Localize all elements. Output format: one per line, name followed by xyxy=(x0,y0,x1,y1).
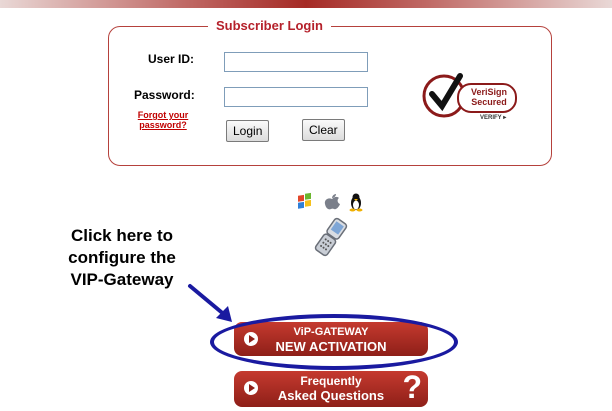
faq-button-line-2: Asked Questions xyxy=(277,388,385,403)
faq-button[interactable]: Frequently Asked Questions ? xyxy=(234,369,428,407)
verisign-line-2: Secured xyxy=(471,97,507,107)
os-icons xyxy=(296,192,368,212)
userid-input[interactable] xyxy=(224,52,368,72)
highlight-ellipse xyxy=(210,314,458,370)
callout-line-3: VIP-Gateway xyxy=(70,270,174,289)
callout-line-2: configure the xyxy=(68,248,176,267)
play-icon xyxy=(244,381,258,395)
windows-icon xyxy=(298,192,311,209)
forgot-line-1: Forgot your xyxy=(137,110,189,120)
callout-line-1: Click here to xyxy=(70,226,174,245)
linux-tux-icon xyxy=(349,193,363,212)
question-mark-icon: ? xyxy=(402,369,422,405)
verisign-seal[interactable]: VeriSign Secured VERIFY ▸ xyxy=(420,72,520,124)
clear-button[interactable]: Clear xyxy=(302,119,345,141)
forgot-line-2: password? xyxy=(139,120,187,130)
forgot-password-link[interactable]: Forgot your password? xyxy=(128,110,198,130)
password-input[interactable] xyxy=(224,87,368,107)
verisign-verify: VERIFY ▸ xyxy=(480,115,507,121)
configure-callout: Click here to configure the VIP-Gateway xyxy=(44,225,200,291)
login-title: Subscriber Login xyxy=(208,18,331,34)
apple-icon xyxy=(324,194,340,210)
password-label: Password: xyxy=(134,88,195,102)
mobile-phone-icon xyxy=(310,216,352,258)
verisign-line-1: VeriSign xyxy=(470,87,507,97)
top-gradient-bar xyxy=(0,0,612,8)
login-button[interactable]: Login xyxy=(226,120,270,142)
faq-button-line-1: Frequently xyxy=(300,374,362,388)
userid-label: User ID: xyxy=(148,52,195,66)
callout-arrow-icon xyxy=(188,284,232,322)
